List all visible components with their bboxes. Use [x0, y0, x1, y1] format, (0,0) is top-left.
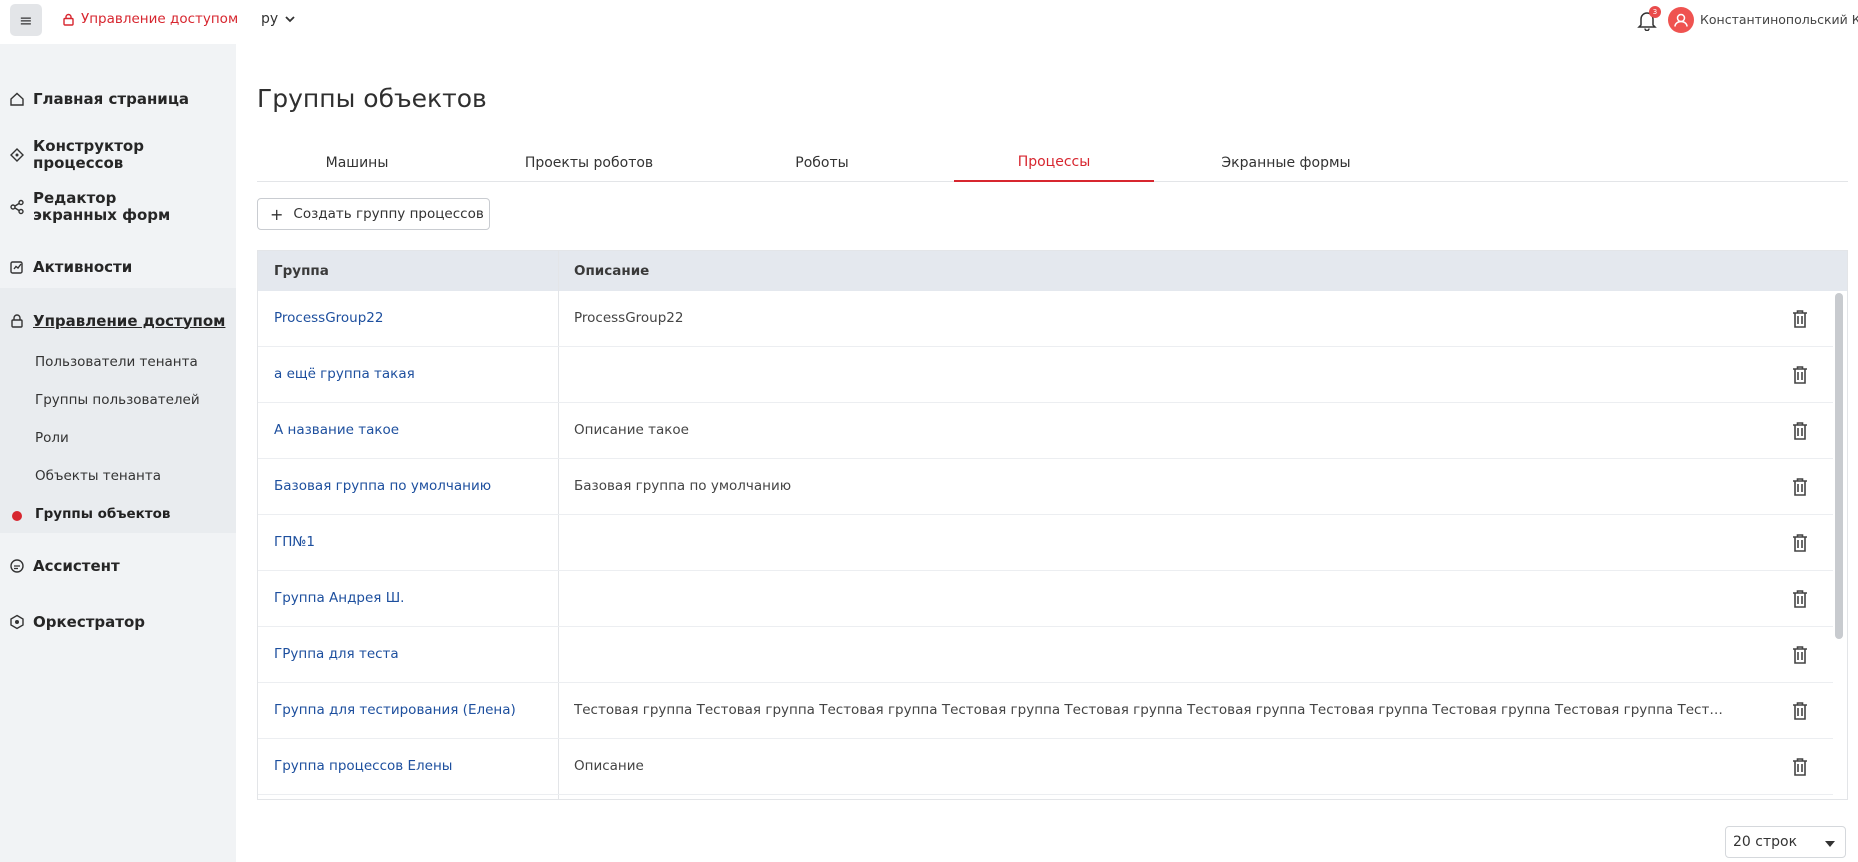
group-name-link[interactable]: а ещё группа такая — [274, 366, 415, 382]
trash-icon[interactable] — [1791, 421, 1809, 441]
tab-robot-projects[interactable]: Проекты роботов — [489, 144, 689, 182]
menu-button[interactable]: ≡ — [10, 4, 42, 36]
group-description: Тестовая группа Тестовая группа Тестовая… — [574, 702, 1724, 718]
sidebar-item-access-management[interactable]: Управление доступом — [0, 306, 236, 336]
access-icon — [9, 313, 25, 329]
table-row[interactable]: Группа для тестирования (Елена) Тестовая… — [258, 683, 1833, 739]
lock-icon — [62, 13, 75, 26]
brand-label: Управление доступом — [81, 11, 239, 27]
trash-icon[interactable] — [1791, 365, 1809, 385]
tab-robots[interactable]: Роботы — [722, 144, 922, 182]
trash-icon[interactable] — [1791, 309, 1809, 329]
notifications-button[interactable]: 3 — [1636, 6, 1661, 32]
table-row[interactable]: ГП№1 — [258, 515, 1833, 571]
chevron-down-icon — [285, 15, 295, 23]
orchestrator-icon — [9, 614, 25, 630]
process-icon — [9, 147, 25, 163]
table-scrollbar[interactable] — [1835, 293, 1843, 639]
page-title: Группы объектов — [257, 84, 487, 113]
notification-badge: 3 — [1649, 6, 1661, 18]
sidebar-item-label: Редактор экранных форм — [33, 189, 171, 224]
rows-per-page-select[interactable]: 20 строк — [1725, 826, 1846, 858]
assistant-icon — [9, 558, 25, 574]
trash-icon[interactable] — [1791, 701, 1809, 721]
sidebar-item-activities[interactable]: Активности — [0, 252, 236, 282]
sidebar-item-home[interactable]: Главная страница — [0, 84, 236, 114]
table-row[interactable]: ProcessGroup22 ProcessGroup22 — [258, 291, 1833, 347]
sub-item-tenant-users[interactable]: Пользователи тенанта — [35, 354, 198, 370]
sub-item-object-groups[interactable]: Группы объектов — [35, 506, 170, 522]
group-name-link[interactable]: Группа Андрея Ш. — [274, 590, 404, 606]
language-select[interactable]: ру — [261, 11, 295, 27]
sidebar-item-label: Активности — [33, 257, 133, 276]
trash-icon[interactable] — [1791, 477, 1809, 497]
caret-down-icon — [1825, 841, 1835, 847]
brand-link[interactable]: Управление доступом — [62, 11, 238, 27]
avatar[interactable] — [1668, 7, 1694, 33]
user-icon — [1674, 13, 1688, 27]
table-row[interactable]: Группа процессов Елены Описание — [258, 739, 1833, 795]
home-icon — [9, 91, 25, 107]
sub-item-tenant-objects[interactable]: Объекты тенанта — [35, 468, 161, 484]
activity-icon — [9, 259, 25, 275]
group-name-link[interactable]: Группа процессов Елены — [274, 758, 452, 774]
sidebar-item-assistant[interactable]: Ассистент — [0, 551, 236, 581]
create-process-group-button[interactable]: + Создать группу процессов — [257, 198, 490, 230]
trash-icon[interactable] — [1791, 533, 1809, 553]
sidebar-item-label: Оркестратор — [33, 612, 146, 631]
table-row[interactable]: ГРуппа для теста — [258, 627, 1833, 683]
table-header: Группа Описание — [258, 251, 1847, 291]
user-name[interactable]: Константинопольский К. — [1700, 12, 1858, 27]
table-row[interactable]: А название такое Описание такое — [258, 403, 1833, 459]
sub-item-user-groups[interactable]: Группы пользователей — [35, 392, 200, 408]
group-description: ProcessGroup22 — [574, 310, 684, 326]
sub-item-roles[interactable]: Роли — [35, 430, 69, 446]
sidebar: Главная страница Конструктор процессов Р… — [0, 44, 236, 862]
group-name-link[interactable]: ГП№1 — [274, 534, 315, 550]
sidebar-item-label: Конструктор процессов — [33, 137, 144, 172]
plus-icon: + — [270, 204, 284, 224]
rows-per-page-value: 20 строк — [1733, 834, 1798, 850]
group-name-link[interactable]: Группа для тестирования (Елена) — [274, 702, 516, 718]
table-row[interactable]: Группа Андрея Ш. — [258, 571, 1833, 627]
sidebar-item-label: Ассистент — [33, 556, 120, 575]
group-description: Базовая группа по умолчанию — [574, 478, 792, 494]
trash-icon[interactable] — [1791, 645, 1809, 665]
top-bar: ≡ Управление доступом ру 3 Константинопо… — [0, 0, 1858, 40]
group-description: Описание — [574, 758, 644, 774]
create-button-label: Создать группу процессов — [293, 206, 484, 222]
table-row[interactable]: а ещё группа такая — [258, 347, 1833, 403]
sidebar-item-process-builder[interactable]: Конструктор процессов — [0, 137, 236, 172]
group-name-link[interactable]: ProcessGroup22 — [274, 310, 384, 326]
trash-icon[interactable] — [1791, 757, 1809, 777]
sidebar-item-label: Управление доступом — [33, 311, 226, 330]
group-name-link[interactable]: Базовая группа по умолчанию — [274, 478, 491, 494]
group-name-link[interactable]: ГРуппа для теста — [274, 646, 399, 662]
active-indicator-dot — [12, 511, 22, 521]
menu-icon: ≡ — [19, 10, 33, 30]
forms-icon — [9, 199, 25, 215]
trash-icon[interactable] — [1791, 589, 1809, 609]
group-description: Описание такое — [574, 422, 689, 438]
group-name-link[interactable]: А название такое — [274, 422, 399, 438]
column-header-group[interactable]: Группа — [274, 263, 329, 279]
tab-screen-forms[interactable]: Экранные формы — [1186, 144, 1386, 182]
tab-processes[interactable]: Процессы — [954, 144, 1154, 182]
groups-table: Группа Описание ProcessGroup22 ProcessGr… — [257, 250, 1848, 800]
column-header-description[interactable]: Описание — [574, 263, 649, 279]
language-value: ру — [261, 11, 279, 27]
table-row[interactable]: Базовая группа по умолчанию Базовая груп… — [258, 459, 1833, 515]
tab-machines[interactable]: Машины — [257, 144, 457, 182]
sidebar-item-label: Главная страница — [33, 89, 190, 108]
sidebar-item-orchestrator[interactable]: Оркестратор — [0, 607, 236, 637]
sidebar-item-form-editor[interactable]: Редактор экранных форм — [0, 189, 236, 225]
tabs: Машины Проекты роботов Роботы Процессы Э… — [257, 144, 1848, 182]
